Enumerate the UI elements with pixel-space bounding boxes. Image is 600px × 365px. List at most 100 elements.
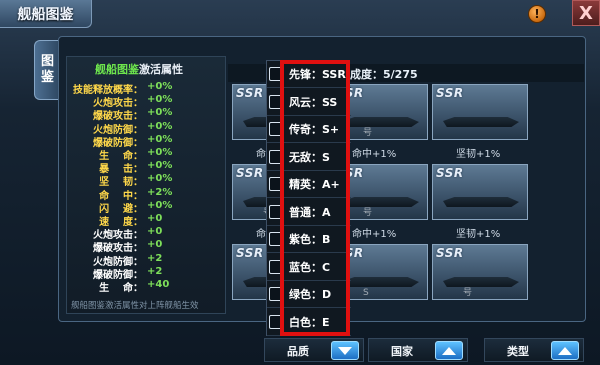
quality-option[interactable]: 绿色：D: [267, 281, 351, 308]
triangle-icon: [558, 346, 572, 355]
quality-option[interactable]: 白色：E: [267, 309, 351, 336]
attribute-value: +0%: [147, 147, 173, 158]
grade-badge: SSR: [436, 166, 464, 180]
ship-image: [343, 117, 419, 127]
quality-option-label: 普通：A: [289, 205, 331, 219]
bonus-label: 命中+1%: [352, 229, 397, 240]
filter-type-label: 类型: [507, 345, 529, 358]
quality-option[interactable]: 普通：A: [267, 199, 351, 226]
attribute-row: 坚 韧： +0%: [67, 173, 227, 188]
bonus-label: 坚韧+1%: [456, 149, 501, 160]
tab-codex-char-2: 鉴: [40, 70, 54, 85]
attribute-row: 闪 避： +0%: [67, 199, 227, 215]
arrow-down-icon[interactable]: [331, 341, 359, 360]
filter-type-button[interactable]: 类型: [484, 338, 584, 362]
attributes-panel: 舰船图鉴激活属性 技能释放概率： +0% 火炮攻击： +0% 爆破攻击： +0% 火炮防御：…: [66, 56, 226, 314]
quality-checkbox[interactable]: [269, 287, 283, 301]
attribute-row: 速 度： +0: [67, 213, 227, 228]
quality-option[interactable]: 紫色：B: [267, 226, 351, 253]
attribute-row: 火炮防御： +2: [67, 252, 227, 268]
quality-option[interactable]: 先锋：SSR: [267, 61, 351, 88]
attribute-row: 生 命： +40: [67, 279, 227, 294]
attributes-title-highlight: 舰船图鉴: [95, 63, 139, 76]
quality-checkbox[interactable]: [269, 67, 283, 81]
quality-option-label: 风云：SS: [289, 95, 338, 109]
attribute-value: +2: [147, 265, 163, 277]
exclamation-icon: !: [534, 7, 540, 21]
bonus-label: 命中+1%: [352, 149, 397, 160]
attribute-value: +0: [147, 226, 163, 238]
quality-option-label: 绿色：D: [289, 288, 332, 301]
quality-option[interactable]: 风云：SS: [267, 89, 351, 116]
quality-option[interactable]: 传奇：S+: [267, 116, 351, 143]
bonus-label: 坚韧+1%: [456, 229, 501, 240]
quality-dropdown: 先锋：SSR 风云：SS 传奇：S+ 无敌：S 精英：A+ 普通：A 紫色：B 蓝色：C 绿色：…: [266, 60, 351, 336]
triangle-icon: [442, 346, 456, 355]
ship-card[interactable]: SSR: [432, 84, 528, 140]
attribute-value: +0%: [147, 133, 173, 145]
attribute-row: 暴 击： +0%: [67, 160, 227, 175]
collection-progress: 成度：5/275: [350, 68, 418, 81]
attribute-value: +0%: [147, 199, 173, 211]
quality-option[interactable]: 蓝色：C: [267, 254, 351, 281]
quality-checkbox[interactable]: [269, 204, 283, 219]
quality-option[interactable]: 无敌：S: [267, 144, 351, 171]
ship-card[interactable]: SSR: [432, 164, 528, 220]
quality-checkbox[interactable]: [269, 232, 283, 246]
quality-checkbox[interactable]: [269, 122, 283, 136]
quality-option[interactable]: 精英：A+: [267, 171, 351, 198]
quality-option-label: 无敌：S: [289, 150, 330, 164]
arrow-up-icon[interactable]: [551, 341, 579, 360]
filter-quality-label: 品质: [287, 345, 309, 358]
ship-card[interactable]: SSR 号: [432, 244, 528, 300]
attribute-value: +0%: [147, 94, 173, 106]
attribute-value: +0: [147, 213, 163, 224]
attribute-row: 命 中： +2%: [67, 186, 227, 202]
attribute-value: +0: [147, 239, 163, 251]
ship-image: [443, 117, 519, 127]
attribute-row: 技能释放概率： +0%: [67, 81, 227, 96]
quality-option-label: 蓝色：C: [289, 260, 331, 274]
filter-country-button[interactable]: 国家: [368, 338, 468, 362]
help-button[interactable]: !: [528, 5, 546, 23]
bonus-label: 命: [256, 229, 266, 240]
attribute-value: +2: [147, 252, 163, 264]
attribute-row: 生 命： +0%: [67, 147, 227, 162]
bonus-label: 命: [256, 149, 266, 160]
attribute-label: 生 命：: [99, 283, 143, 294]
quality-checkbox[interactable]: [269, 314, 283, 329]
attribute-row: 火炮防御： +0%: [67, 120, 227, 136]
quality-option-label: 精英：A+: [289, 178, 340, 191]
attribute-value: +0%: [147, 120, 173, 132]
ship-name: 号: [363, 128, 373, 138]
arrow-up-icon[interactable]: [435, 341, 463, 360]
close-button[interactable]: X: [572, 0, 600, 26]
quality-checkbox[interactable]: [269, 259, 283, 274]
quality-checkbox[interactable]: [269, 177, 283, 191]
tab-codex-char-1: 图: [40, 54, 54, 69]
attribute-row: 爆破防御： +0%: [67, 133, 227, 149]
filter-quality-button[interactable]: 品质: [264, 338, 364, 362]
quality-checkbox[interactable]: [269, 149, 283, 164]
filter-bar: 品质 国家 类型: [260, 338, 600, 365]
grade-badge: SSR: [436, 246, 464, 260]
tab-codex[interactable]: 图 鉴: [34, 40, 60, 100]
attribute-value: +0%: [147, 173, 173, 185]
attribute-row: 火炮攻击： +0: [67, 226, 227, 241]
quality-option-label: 先锋：SSR: [289, 68, 346, 81]
attribute-row: 火炮攻击： +0%: [67, 94, 227, 109]
ship-name: 号: [463, 288, 473, 298]
attribute-value: +0%: [147, 81, 173, 92]
attribute-value: +0%: [147, 160, 173, 172]
attribute-value: +2%: [147, 186, 173, 198]
ship-image: [343, 197, 419, 207]
ship-image: [443, 197, 519, 207]
ship-image: [443, 277, 519, 287]
quality-checkbox[interactable]: [269, 94, 283, 109]
grade-badge: SSR: [436, 86, 464, 100]
grade-badge: SSR: [236, 246, 264, 260]
attribute-row: 爆破防御： +2: [67, 265, 227, 281]
grade-badge: SSR: [236, 166, 264, 180]
triangle-icon: [338, 346, 352, 355]
attributes-footer: 舰船图鉴激活属性对上阵舰船生效: [71, 301, 199, 311]
